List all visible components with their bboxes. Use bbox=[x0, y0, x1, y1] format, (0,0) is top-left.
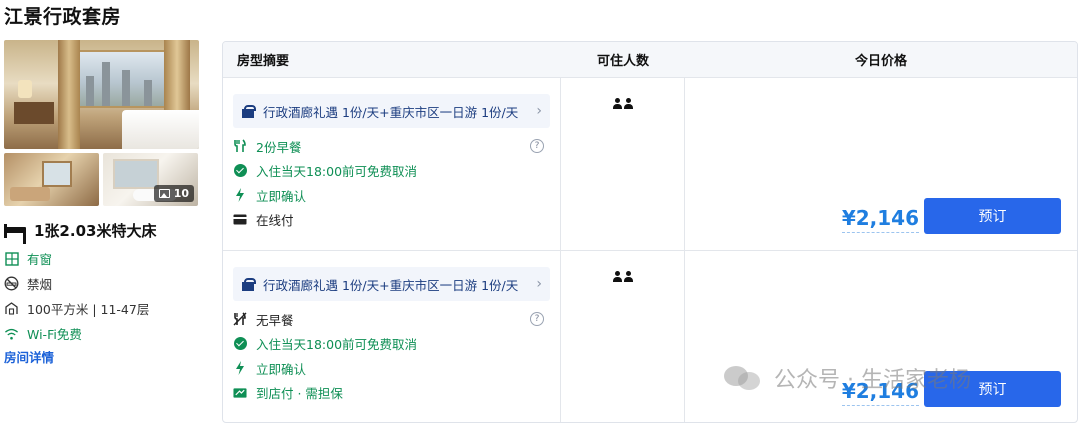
wifi-icon bbox=[4, 326, 19, 341]
feature-breakfast: 2份早餐 ? bbox=[233, 134, 550, 159]
amenity-label: Wi-Fi免费 bbox=[27, 327, 82, 342]
room-details-link[interactable]: 房间详情 bbox=[4, 347, 54, 366]
package-perks-chip[interactable]: 行政酒廊礼遇 1份/天+重庆市区一日游 1份/天 › bbox=[233, 267, 550, 301]
feature-payment: 到店付 · 需担保 bbox=[233, 381, 550, 406]
amenity-label: 100平方米 | 11-47层 bbox=[27, 302, 150, 317]
check-circle-icon bbox=[233, 337, 247, 351]
amenity-window: 有窗 bbox=[4, 246, 149, 271]
window-icon bbox=[4, 251, 19, 266]
two-guests-icon bbox=[613, 98, 633, 250]
chevron-right-icon: › bbox=[536, 103, 542, 119]
rate-summary: 行政酒廊礼遇 1份/天+重庆市区一日游 1份/天 › 2份早餐 ? 入住当天18… bbox=[223, 78, 561, 250]
feature-instant-confirm: 立即确认 bbox=[233, 183, 550, 208]
image-icon bbox=[158, 189, 170, 198]
price[interactable]: ¥2,146 bbox=[841, 379, 919, 406]
price-cell: ¥2,146 预订 bbox=[685, 251, 1077, 422]
feature-label: 入住当天18:00前可免费取消 bbox=[256, 164, 418, 180]
package-perks-chip[interactable]: 行政酒廊礼遇 1份/天+重庆市区一日游 1份/天 › bbox=[233, 94, 550, 128]
rate-plan-row: 行政酒廊礼遇 1份/天+重庆市区一日游 1份/天 › 无早餐 ? 入住当天18:… bbox=[223, 250, 1077, 422]
feature-label: 2份早餐 bbox=[256, 139, 302, 155]
gift-icon bbox=[241, 277, 256, 291]
feature-label: 入住当天18:00前可免费取消 bbox=[256, 337, 418, 353]
package-label: 行政酒廊礼遇 1份/天+重庆市区一日游 1份/天 bbox=[263, 277, 519, 293]
table-header: 房型摘要 可住人数 今日价格 bbox=[223, 42, 1077, 78]
amenity-no-smoking: 禁烟 bbox=[4, 271, 149, 296]
room-title: 江景行政套房 bbox=[4, 6, 122, 28]
guest-capacity bbox=[561, 78, 685, 250]
rate-plan-table: 房型摘要 可住人数 今日价格 行政酒廊礼遇 1份/天+重庆市区一日游 1份/天 … bbox=[222, 41, 1078, 423]
card-icon bbox=[233, 213, 247, 227]
price[interactable]: ¥2,146 bbox=[841, 206, 919, 233]
chevron-right-icon: › bbox=[536, 276, 542, 292]
header-summary: 房型摘要 bbox=[237, 54, 290, 69]
package-label: 行政酒廊礼遇 1份/天+重庆市区一日游 1份/天 bbox=[263, 104, 519, 120]
header-guests: 可住人数 bbox=[596, 54, 649, 69]
amenity-label: 有窗 bbox=[27, 252, 53, 267]
room-gallery[interactable]: 10 bbox=[4, 40, 199, 206]
feature-label: 立即确认 bbox=[256, 361, 307, 377]
room-amenities: 有窗 禁烟 100平方米 | 11-47层 Wi-Fi免费 bbox=[4, 246, 149, 346]
area-icon bbox=[4, 301, 19, 316]
feature-no-breakfast: 无早餐 ? bbox=[233, 307, 550, 332]
price-cell: ¥2,146 预订 bbox=[685, 78, 1077, 250]
amenity-label: 禁烟 bbox=[27, 277, 53, 292]
main-room-photo[interactable] bbox=[4, 40, 199, 149]
help-icon[interactable]: ? bbox=[530, 139, 544, 153]
check-circle-icon bbox=[233, 164, 247, 178]
feature-free-cancel: 入住当天18:00前可免费取消 bbox=[233, 332, 550, 357]
feature-label: 到店付 · 需担保 bbox=[256, 386, 343, 402]
lightning-icon bbox=[233, 188, 247, 203]
feature-payment: 在线付 bbox=[233, 208, 550, 233]
feature-label: 立即确认 bbox=[256, 188, 307, 204]
two-guests-icon bbox=[613, 271, 633, 422]
pay-at-hotel-icon bbox=[233, 386, 247, 400]
photo-count: 10 bbox=[173, 187, 189, 200]
bed-info: 1张2.03米特大床 bbox=[4, 220, 156, 241]
book-button[interactable]: 预订 bbox=[924, 371, 1061, 407]
amenity-area-floor: 100平方米 | 11-47层 bbox=[4, 296, 149, 321]
feature-instant-confirm: 立即确认 bbox=[233, 356, 550, 381]
room-thumbnail[interactable]: 10 bbox=[103, 153, 198, 206]
help-icon[interactable]: ? bbox=[530, 312, 544, 326]
rate-summary: 行政酒廊礼遇 1份/天+重庆市区一日游 1份/天 › 无早餐 ? 入住当天18:… bbox=[223, 251, 561, 422]
photo-count-badge[interactable]: 10 bbox=[153, 185, 194, 202]
no-smoking-icon bbox=[4, 276, 19, 291]
no-breakfast-icon bbox=[233, 312, 247, 326]
gift-icon bbox=[241, 104, 256, 118]
room-thumbnail[interactable] bbox=[4, 153, 99, 206]
bed-type: 1张2.03米特大床 bbox=[34, 222, 157, 240]
guest-capacity bbox=[561, 251, 685, 422]
lightning-icon bbox=[233, 361, 247, 376]
amenity-wifi: Wi-Fi免费 bbox=[4, 321, 149, 346]
feature-label: 无早餐 bbox=[256, 312, 294, 328]
feature-free-cancel: 入住当天18:00前可免费取消 bbox=[233, 159, 550, 184]
feature-label: 在线付 bbox=[256, 213, 294, 229]
book-button[interactable]: 预订 bbox=[924, 198, 1061, 234]
header-price: 今日价格 bbox=[854, 54, 907, 69]
bed-icon bbox=[4, 223, 26, 238]
breakfast-icon bbox=[233, 139, 247, 153]
rate-plan-row: 行政酒廊礼遇 1份/天+重庆市区一日游 1份/天 › 2份早餐 ? 入住当天18… bbox=[223, 78, 1077, 250]
